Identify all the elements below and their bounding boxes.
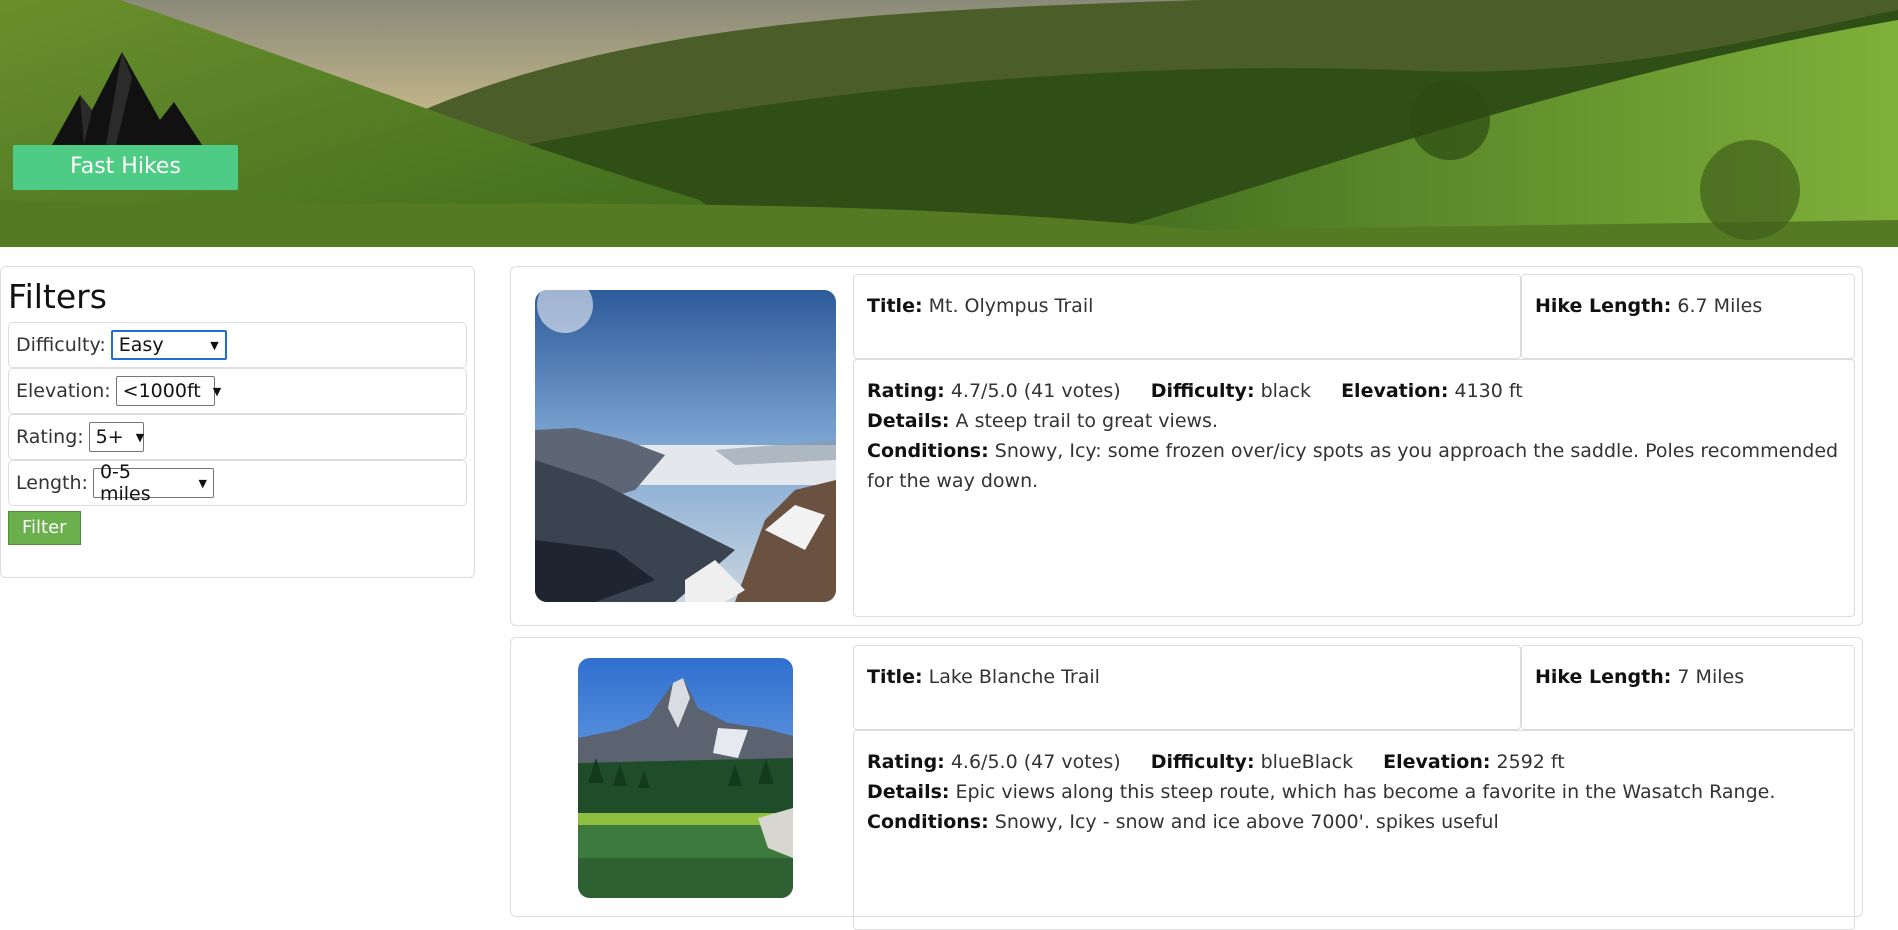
details-label: Details: xyxy=(867,410,950,432)
header-banner: Fast Hikes xyxy=(0,0,1898,247)
rating-label: Rating: xyxy=(16,426,84,448)
rating-label: Rating: xyxy=(867,751,945,773)
hike-conditions-line: Conditions: Snowy, Icy: some frozen over… xyxy=(867,436,1841,496)
hike-info-cell: Rating: 4.6/5.0 (47 votes) Difficulty: b… xyxy=(853,730,1855,930)
hike-title: Lake Blanche Trail xyxy=(928,666,1100,688)
hike-rating: 4.6/5.0 (47 votes) xyxy=(950,751,1121,773)
conditions-label: Conditions: xyxy=(867,440,989,462)
logo-text: Fast Hikes xyxy=(13,145,238,190)
hike-conditions: Snowy, Icy - snow and ice above 7000'. s… xyxy=(994,811,1499,833)
rating-select[interactable]: 5+ ▼ xyxy=(88,422,145,452)
filter-button[interactable]: Filter xyxy=(8,511,81,545)
hike-card[interactable]: Title: Lake Blanche Trail Hike Length: 7… xyxy=(510,637,1863,930)
rating-select-value: 5+ xyxy=(95,426,124,448)
hike-title-cell: Title: Lake Blanche Trail xyxy=(853,645,1521,730)
hike-length-cell: Hike Length: 6.7 Miles xyxy=(1521,274,1855,359)
hike-details: A steep trail to great views. xyxy=(955,410,1218,432)
chevron-down-icon: ▼ xyxy=(210,338,219,352)
logo[interactable]: Fast Hikes xyxy=(10,48,240,193)
hike-difficulty: black xyxy=(1260,380,1312,402)
length-select-value: 0-5 miles xyxy=(99,461,151,505)
hike-rating: 4.7/5.0 (41 votes) xyxy=(950,380,1121,402)
elevation-label: Elevation: xyxy=(1341,380,1449,402)
hike-title-cell: Title: Mt. Olympus Trail xyxy=(853,274,1521,359)
title-label: Title: xyxy=(867,666,923,688)
mountain-valley-photo xyxy=(535,290,836,602)
length-label: Hike Length: xyxy=(1535,295,1672,317)
difficulty-label: Difficulty: xyxy=(1150,380,1255,402)
hike-stats-line: Rating: 4.7/5.0 (41 votes) Difficulty: b… xyxy=(867,376,1841,406)
hike-info-cell: Rating: 4.7/5.0 (41 votes) Difficulty: b… xyxy=(853,359,1855,617)
hike-difficulty: blueBlack xyxy=(1260,751,1354,773)
rating-filter: Rating: 5+ ▼ xyxy=(8,414,467,460)
filters-panel: Filters Difficulty: Easy ▼ Elevation: <1… xyxy=(0,266,475,578)
difficulty-label: Difficulty: xyxy=(1150,751,1255,773)
length-select[interactable]: 0-5 miles ▼ xyxy=(92,461,214,505)
elevation-select[interactable]: <1000ft ▼ xyxy=(115,376,221,406)
chevron-down-icon: ▼ xyxy=(198,476,207,490)
hike-card[interactable]: Title: Mt. Olympus Trail Hike Length: 6.… xyxy=(510,266,1863,626)
conditions-label: Conditions: xyxy=(867,811,989,833)
hike-details-line: Details: Epic views along this steep rou… xyxy=(867,777,1841,807)
length-label: Length: xyxy=(16,472,88,494)
hike-photo[interactable] xyxy=(578,658,793,898)
elevation-label: Elevation: xyxy=(16,380,111,402)
hike-elevation: 2592 ft xyxy=(1496,751,1565,773)
hike-elevation: 4130 ft xyxy=(1454,380,1523,402)
hike-photo[interactable] xyxy=(535,290,836,602)
title-label: Title: xyxy=(867,295,923,317)
hike-details: Epic views along this steep route, which… xyxy=(955,781,1776,803)
mountain-logo-icon xyxy=(52,52,202,145)
hike-title: Mt. Olympus Trail xyxy=(928,295,1094,317)
difficulty-select[interactable]: Easy ▼ xyxy=(110,330,227,360)
difficulty-label: Difficulty: xyxy=(16,334,106,356)
hike-conditions: Snowy, Icy: some frozen over/icy spots a… xyxy=(867,440,1839,492)
elevation-label: Elevation: xyxy=(1383,751,1491,773)
landscape-banner-image xyxy=(0,0,1898,247)
rating-label: Rating: xyxy=(867,380,945,402)
chevron-down-icon: ▼ xyxy=(212,384,222,398)
hike-length: 6.7 Miles xyxy=(1677,295,1763,317)
elevation-filter: Elevation: <1000ft ▼ xyxy=(8,368,467,414)
hike-stats-line: Rating: 4.6/5.0 (47 votes) Difficulty: b… xyxy=(867,747,1841,777)
chevron-down-icon: ▼ xyxy=(135,430,145,444)
hike-conditions-line: Conditions: Snowy, Icy - snow and ice ab… xyxy=(867,807,1841,837)
details-label: Details: xyxy=(867,781,950,803)
lake-mountain-photo xyxy=(578,658,793,898)
hike-details-line: Details: A steep trail to great views. xyxy=(867,406,1841,436)
hike-length-cell: Hike Length: 7 Miles xyxy=(1521,645,1855,730)
length-filter: Length: 0-5 miles ▼ xyxy=(8,460,467,506)
length-label: Hike Length: xyxy=(1535,666,1672,688)
filters-title: Filters xyxy=(8,277,107,316)
elevation-select-value: <1000ft xyxy=(122,380,201,402)
difficulty-filter: Difficulty: Easy ▼ xyxy=(8,322,467,368)
hike-length: 7 Miles xyxy=(1677,666,1745,688)
difficulty-select-value: Easy xyxy=(118,334,164,356)
